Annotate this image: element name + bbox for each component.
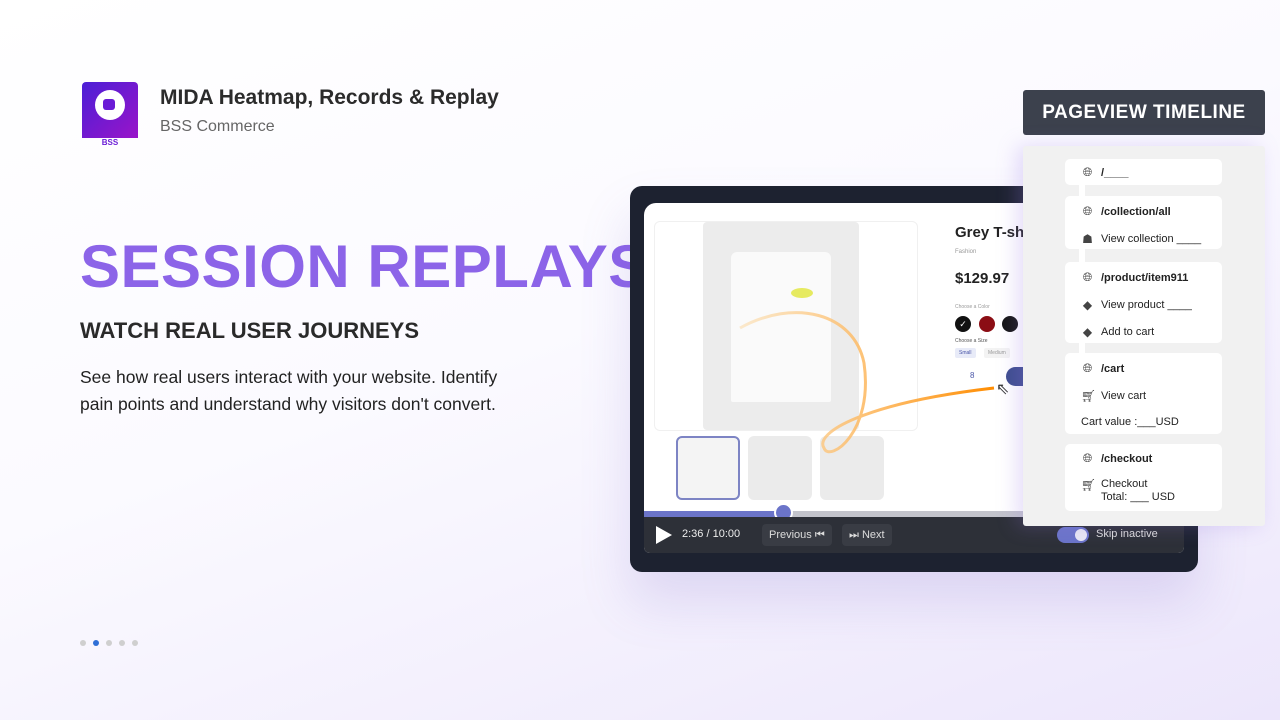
skip-forward-icon: ⏭: [849, 529, 859, 541]
carousel-dot-1[interactable]: [80, 640, 86, 646]
skip-inactive-label: Skip inactive: [1096, 528, 1158, 540]
collection-icon: ☗: [1082, 232, 1093, 246]
size-label: Choose a Size: [955, 338, 988, 344]
time-display: 2:36 / 10:00: [682, 528, 741, 540]
carousel-dot-5[interactable]: [132, 640, 138, 646]
globe-icon: 🌐︎: [1082, 204, 1093, 218]
quantity[interactable]: 8: [970, 371, 974, 380]
pageview-timeline: 🌐︎/____ 🌐︎/collection/all ☗ View collecti…: [1023, 146, 1265, 526]
previous-button[interactable]: Previous ⏮: [762, 524, 832, 546]
timeline-entry[interactable]: 🌐︎/collection/all ☗ View collection ____: [1065, 196, 1222, 249]
timeline-entry[interactable]: 🌐︎/cart 🛒︎ View cart Cart value :___USD: [1065, 353, 1222, 434]
timeline-title: PAGEVIEW TIMELINE: [1023, 90, 1265, 135]
skip-inactive-toggle[interactable]: [1057, 527, 1089, 543]
globe-icon: 🌐︎: [1082, 270, 1093, 284]
app-title: MIDA Heatmap, Records & Replay: [160, 86, 499, 109]
globe-icon: 🌐︎: [1082, 361, 1093, 375]
size-medium[interactable]: Medium: [984, 348, 1010, 358]
cart-outline-icon: 🛒︎: [1081, 389, 1097, 403]
product-price: $129.97: [955, 270, 1010, 287]
skip-back-icon: ⏮: [814, 529, 825, 541]
color-swatch-1[interactable]: ✓: [955, 316, 971, 332]
timeline-entry[interactable]: 🌐︎/product/item911 ◆ View product ____ ◆ A…: [1065, 262, 1222, 343]
carousel-dot-3[interactable]: [106, 640, 112, 646]
app-vendor: BSS Commerce: [160, 118, 275, 135]
size-small[interactable]: Small: [955, 348, 976, 358]
color-label: Choose a Color: [955, 304, 990, 310]
add-to-cart-tag-icon: ◆: [1082, 325, 1093, 339]
globe-icon: 🌐︎: [1082, 451, 1093, 465]
video-camera-icon: [103, 99, 115, 110]
cart-filled-icon: 🛒︎: [1081, 478, 1097, 492]
product-category: Fashion: [955, 249, 977, 255]
timeline-entry[interactable]: 🌐︎/____: [1065, 159, 1222, 185]
headline: SESSION REPLAYS: [80, 233, 649, 300]
globe-icon: 🌐︎: [1082, 165, 1093, 179]
carousel-dot-2[interactable]: [93, 640, 99, 646]
timeline-entry[interactable]: 🌐︎/checkout 🛒︎ Checkout Total: ___ USD: [1065, 444, 1222, 511]
play-button[interactable]: [656, 526, 672, 544]
color-swatch-3[interactable]: [1002, 316, 1018, 332]
app-logo: BSS: [82, 82, 138, 147]
subheadline: WATCH REAL USER JOURNEYS: [80, 318, 420, 343]
color-swatch-2[interactable]: [979, 316, 995, 332]
tag-icon: ◆: [1082, 298, 1093, 312]
cursor-icon: ⇖: [996, 381, 1010, 398]
next-button[interactable]: ⏭ Next: [842, 524, 892, 546]
description: See how real users interact with your we…: [80, 367, 498, 414]
carousel-dot-4[interactable]: [119, 640, 125, 646]
